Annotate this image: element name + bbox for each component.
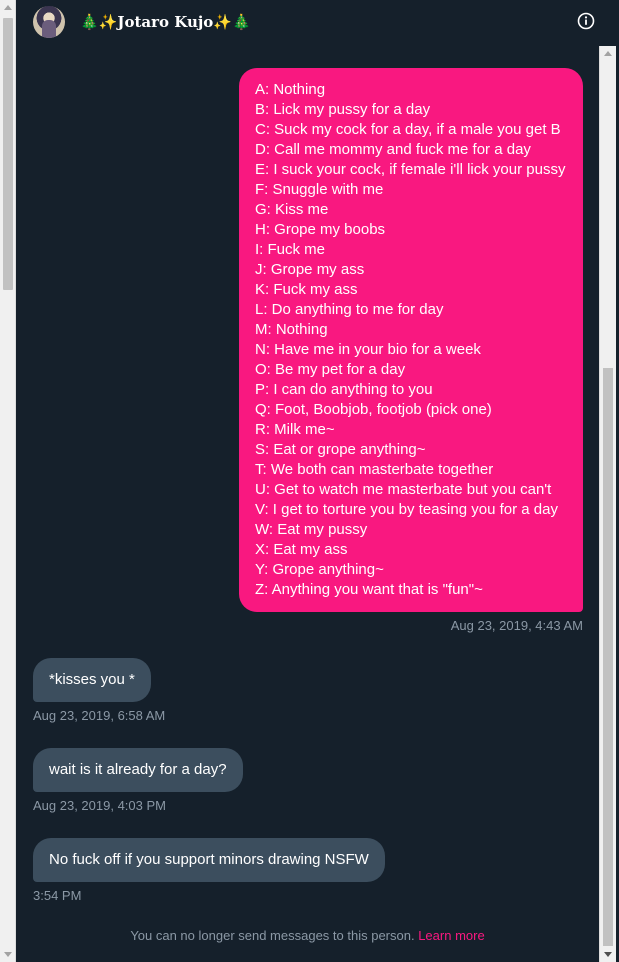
dm-disabled-notice: You can no longer send messages to this …	[16, 928, 599, 943]
sent-message-line: J: Grope my ass	[255, 261, 365, 278]
sent-message-line: D: Call me mommy and fuck me for a day	[255, 141, 531, 158]
sent-message-line: S: Eat or grope anything~	[255, 441, 426, 458]
title-suffix-emoji: ✨🎄	[213, 13, 251, 31]
sent-message-line: F: Snuggle with me	[255, 181, 384, 198]
sent-message-line: K: Fuck my ass	[255, 281, 358, 298]
info-icon[interactable]	[577, 12, 595, 30]
sent-message-line: B: Lick my pussy for a day	[255, 101, 431, 118]
user-avatar[interactable]	[33, 6, 65, 38]
sent-message-line: R: Milk me~	[255, 421, 335, 438]
received-message-bubble[interactable]: wait is it already for a day?	[33, 748, 243, 792]
sent-message-line: U: Get to watch me masterbate but you ca…	[255, 481, 552, 498]
received-message-bubble[interactable]: No fuck off if you support minors drawin…	[33, 838, 385, 882]
sent-message-line: O: Be my pet for a day	[255, 361, 406, 378]
title-prefix-emoji: 🎄✨	[80, 13, 118, 31]
page-scrollbar-thumb[interactable]	[3, 18, 13, 290]
received-message-timestamp: Aug 23, 2019, 6:58 AM	[33, 708, 166, 723]
sent-message-line: V: I get to torture you by teasing you f…	[255, 501, 558, 518]
sent-message-timestamp: Aug 23, 2019, 4:43 AM	[450, 618, 583, 633]
sent-message-bubble[interactable]: A: Nothing B: Lick my pussy for a day C: S…	[239, 68, 583, 612]
sent-message-line: L: Do anything to me for day	[255, 301, 444, 318]
sent-message-line: G: Kiss me	[255, 201, 329, 218]
scroll-up-arrow-icon[interactable]	[604, 51, 612, 56]
sent-message-line: W: Eat my pussy	[255, 521, 368, 538]
received-message-timestamp: 3:54 PM	[33, 888, 82, 903]
conversation-scrollbar[interactable]	[599, 46, 616, 962]
sent-message-line: A: Nothing	[255, 81, 326, 98]
title-name: Jotaro Kujo	[117, 13, 214, 31]
sent-message-line: E: I suck your cock, if female i'll lick…	[255, 161, 566, 178]
sent-message-line: I: Fuck me	[255, 241, 326, 258]
conversation-title[interactable]: 🎄✨Jotaro Kujo✨🎄	[80, 13, 251, 31]
sent-message-line: Q: Foot, Boobjob, footjob (pick one)	[255, 401, 492, 418]
received-message-timestamp: Aug 23, 2019, 4:03 PM	[33, 798, 166, 813]
dm-conversation-window: 🎄✨Jotaro Kujo✨🎄 A: Nothing B: Lick my pus…	[0, 0, 619, 962]
sent-message-line: Z: Anything you want that is "fun"~	[255, 581, 483, 598]
sent-message-line: C: Suck my cock for a day, if a male you…	[255, 121, 561, 138]
sent-message-line: N: Have me in your bio for a week	[255, 341, 481, 358]
scroll-up-arrow-icon[interactable]	[4, 5, 12, 10]
sent-message-line: M: Nothing	[255, 321, 328, 338]
scroll-down-arrow-icon[interactable]	[604, 952, 612, 957]
page-scrollbar[interactable]	[0, 0, 16, 962]
scroll-down-arrow-icon[interactable]	[4, 952, 12, 957]
sent-message-line: P: I can do anything to you	[255, 381, 433, 398]
sent-message-line: Y: Grope anything~	[255, 561, 384, 578]
conversation-scrollbar-thumb[interactable]	[603, 368, 613, 946]
sent-message-line: X: Eat my ass	[255, 541, 348, 558]
conversation-header: 🎄✨Jotaro Kujo✨🎄	[16, 0, 599, 46]
sent-message-line: T: We both can masterbate together	[255, 461, 494, 478]
received-message-bubble[interactable]: *kisses you *	[33, 658, 151, 702]
notice-text: You can no longer send messages to this …	[130, 928, 415, 943]
sent-message-line: H: Grope my boobs	[255, 221, 386, 238]
learn-more-link[interactable]: Learn more	[418, 928, 484, 943]
